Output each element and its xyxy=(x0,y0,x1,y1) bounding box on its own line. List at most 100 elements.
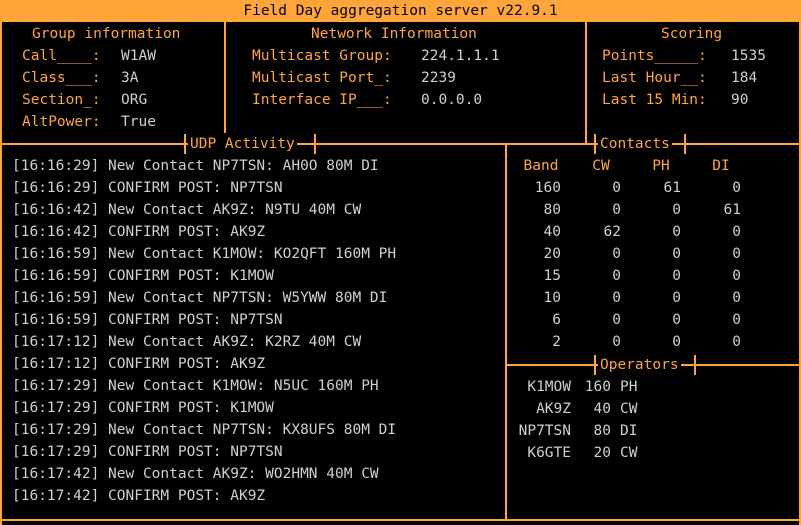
group-value: ORG xyxy=(121,92,148,108)
log-line: [16:16:42] New Contact AK9Z: N9TU 40M CW xyxy=(12,202,362,218)
operator-call: AK9Z xyxy=(536,401,571,417)
contacts-title-right-tick xyxy=(684,134,686,154)
frame-left-border xyxy=(0,22,2,525)
operators-title-right-tick xyxy=(694,355,696,375)
contacts-cell: 0 xyxy=(612,202,621,218)
udp-title-left-tick xyxy=(184,134,186,154)
contacts-cell: 80 xyxy=(543,202,561,218)
contacts-cell: 0 xyxy=(612,246,621,262)
group-label: Class___: xyxy=(22,70,101,86)
contacts-cell: 0 xyxy=(612,268,621,284)
log-line: [16:17:12] New Contact AK9Z: K2RZ 40M CW xyxy=(12,334,362,350)
contacts-cell: 0 xyxy=(672,268,681,284)
contacts-cell: 0 xyxy=(672,224,681,240)
group-value: 3A xyxy=(121,70,139,86)
group-value: W1AW xyxy=(121,48,156,64)
contacts-cell: 0 xyxy=(612,312,621,328)
network-value: 224.1.1.1 xyxy=(421,48,500,64)
contacts-cell: 61 xyxy=(723,202,741,218)
log-line: [16:16:59] New Contact NP7TSN: W5YWW 80M… xyxy=(12,290,388,306)
contacts-header-band: Band xyxy=(523,158,559,174)
log-line: [16:17:12] CONFIRM POST: AK9Z xyxy=(12,356,266,372)
operator-call: K1MOW xyxy=(527,379,571,395)
log-line: [16:17:42] New Contact AK9Z: WO2HMN 40M … xyxy=(12,466,379,482)
contacts-cell: 0 xyxy=(612,180,621,196)
contacts-cell: 0 xyxy=(672,334,681,350)
network-value: 2239 xyxy=(421,70,456,86)
contacts-cell: 0 xyxy=(732,224,741,240)
contacts-title-left-tick xyxy=(594,134,596,154)
network-label: Multicast Group: xyxy=(252,48,392,64)
udp-title-right-tick xyxy=(314,134,316,154)
network-label: Interface IP___: xyxy=(252,92,392,108)
operator-mode: CW xyxy=(620,401,638,417)
contacts-cell: 0 xyxy=(672,290,681,306)
operators-title-left-tick xyxy=(594,355,596,375)
log-line: [16:17:42] CONFIRM POST: AK9Z xyxy=(12,488,266,504)
group-label: Section_: xyxy=(22,92,101,108)
log-line: [16:16:42] CONFIRM POST: AK9Z xyxy=(12,224,266,240)
scoring-panel-title: Scoring xyxy=(661,26,723,42)
log-line: [16:17:29] CONFIRM POST: K1MOW xyxy=(12,400,274,416)
window-title: Field Day aggregation server v22.9.1 xyxy=(243,3,558,19)
contacts-cell: 0 xyxy=(612,334,621,350)
network-label: Multicast Port_: xyxy=(252,70,392,86)
operators-panel-title: Operators xyxy=(598,354,681,376)
log-line: [16:17:29] New Contact NP7TSN: KX8UFS 80… xyxy=(12,422,397,438)
contacts-cell: 40 xyxy=(543,224,561,240)
operator-band: 160 xyxy=(584,379,611,395)
operator-band: 40 xyxy=(593,401,611,417)
contacts-cell: 20 xyxy=(543,246,561,262)
frame-bottom-border xyxy=(0,519,801,521)
log-line: [16:16:29] New Contact NP7TSN: AH0O 80M … xyxy=(12,158,379,174)
group-label: Call____: xyxy=(22,48,101,64)
network-value: 0.0.0.0 xyxy=(421,92,483,108)
log-line: [16:16:59] CONFIRM POST: NP7TSN xyxy=(12,312,283,328)
group-panel-title: Group information xyxy=(32,26,181,42)
udp-panel-title: UDP Activity xyxy=(188,133,297,155)
log-line: [16:16:59] CONFIRM POST: K1MOW xyxy=(12,268,274,284)
scoring-label: Last Hour__: xyxy=(602,70,707,86)
contacts-cell: 6 xyxy=(552,312,561,328)
group-network-divider xyxy=(224,22,226,144)
network-scoring-divider xyxy=(585,22,587,144)
contacts-cell: 0 xyxy=(732,268,741,284)
contacts-cell: 62 xyxy=(603,224,621,240)
operator-band: 20 xyxy=(593,445,611,461)
operator-call: K6GTE xyxy=(527,445,571,461)
contacts-panel-title: Contacts xyxy=(598,133,672,155)
scoring-label: Points_____: xyxy=(602,48,707,64)
contacts-cell: 0 xyxy=(672,202,681,218)
log-line: [16:16:29] CONFIRM POST: NP7TSN xyxy=(12,180,283,196)
operator-band: 80 xyxy=(593,423,611,439)
contacts-cell: 0 xyxy=(672,312,681,328)
contacts-cell: 0 xyxy=(732,312,741,328)
operator-call: NP7TSN xyxy=(518,423,571,439)
contacts-cell: 0 xyxy=(732,290,741,306)
contacts-cell: 2 xyxy=(552,334,561,350)
contacts-cell: 10 xyxy=(543,290,561,306)
log-line: [16:16:59] New Contact K1MOW: KO2QFT 160… xyxy=(12,246,397,262)
scoring-label: Last 15 Min: xyxy=(602,92,707,108)
contacts-header-di: DI xyxy=(712,158,730,174)
contacts-cell: 160 xyxy=(534,180,561,196)
contacts-header-ph: PH xyxy=(652,158,670,174)
scoring-value: 90 xyxy=(731,92,749,108)
contacts-cell: 0 xyxy=(672,246,681,262)
operator-mode: PH xyxy=(620,379,638,395)
operator-mode: DI xyxy=(620,423,638,439)
log-line: [16:17:29] New Contact K1MOW: N5UC 160M … xyxy=(12,378,379,394)
title-bar: Field Day aggregation server v22.9.1 xyxy=(0,0,801,22)
contacts-cell: 61 xyxy=(663,180,681,196)
top-panels-divider xyxy=(0,143,801,145)
network-panel-title: Network Information xyxy=(311,26,477,42)
contacts-cell: 0 xyxy=(732,334,741,350)
contacts-cell: 0 xyxy=(612,290,621,306)
log-line: [16:17:29] CONFIRM POST: NP7TSN xyxy=(12,444,283,460)
contacts-cell: 0 xyxy=(732,180,741,196)
operator-mode: CW xyxy=(620,445,638,461)
scoring-value: 184 xyxy=(731,70,758,86)
scoring-value: 1535 xyxy=(731,48,766,64)
group-value: True xyxy=(121,114,156,130)
group-label: AltPower: xyxy=(22,114,101,130)
